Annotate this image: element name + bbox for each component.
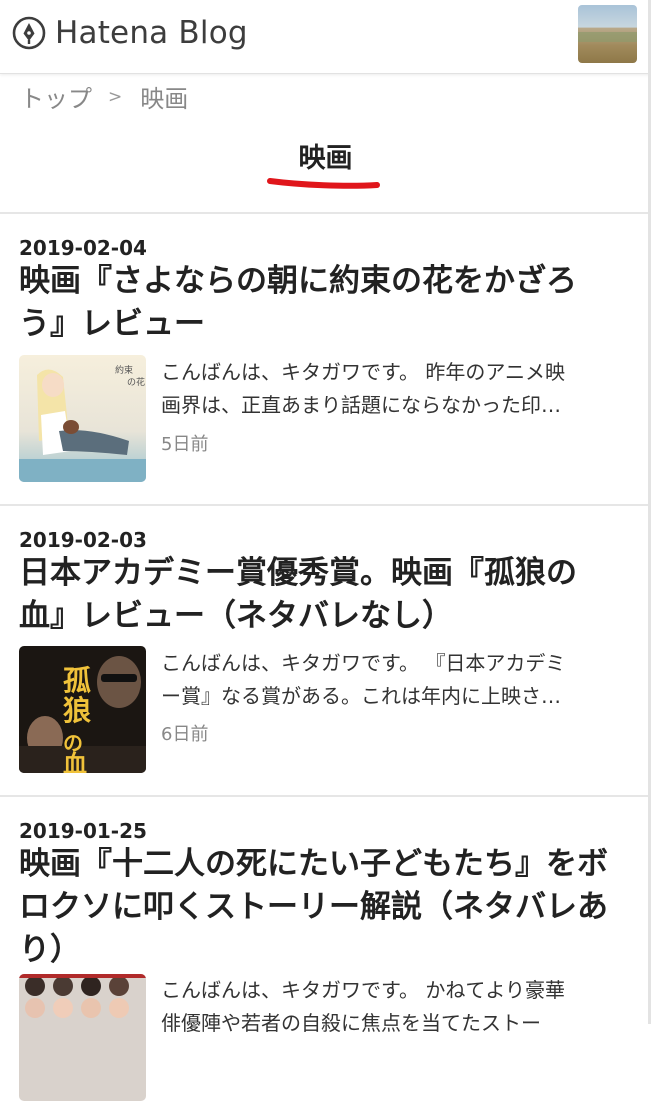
anime-poster-image: 約束 の花 <box>19 355 146 482</box>
svg-text:約束: 約束 <box>115 364 133 376</box>
svg-text:孤: 孤 <box>63 664 91 697</box>
site-logo[interactable]: Hatena Blog <box>12 14 248 52</box>
red-marker-underline <box>267 178 380 189</box>
entry-date: 2019-02-04 <box>19 236 147 260</box>
entry-card: 2019-02-03 日本アカデミー賞優秀賞。映画『孤狼の 血』レビュー（ネタバ… <box>0 506 648 796</box>
breadcrumb-home-link[interactable]: トップ <box>20 79 92 114</box>
entry-title-line: 映画『さよならの朝に約束の花をかざろ <box>19 263 577 299</box>
user-avatar[interactable] <box>578 5 637 63</box>
category-title: 映画 <box>298 143 353 174</box>
svg-text:狼: 狼 <box>63 694 91 727</box>
film-poster-image: 孤 狼 の 血 <box>19 646 146 773</box>
entry-summary-line: こんばんは、キタガワです。 かねてより豪華 <box>161 978 565 1002</box>
entry-thumbnail[interactable]: 孤 狼 の 血 <box>19 646 146 773</box>
entry-summary-line: 画界は、正直あまり話題にならなかった印… <box>161 393 561 417</box>
entry-summary: こんばんは、キタガワです。 かねてより豪華 俳優陣や若者の自殺に焦点を当てたスト… <box>161 974 634 1040</box>
entry-thumbnail[interactable] <box>19 974 146 1101</box>
entry-title-line: 日本アカデミー賞優秀賞。映画『孤狼の <box>19 555 577 591</box>
entry-thumbnail[interactable]: 約束 の花 <box>19 355 146 482</box>
breadcrumb-separator: > <box>108 86 123 107</box>
entry-title-line: 血』レビュー（ネタバレなし） <box>19 598 453 634</box>
entry-summary-line: ー賞』なる賞がある。これは年内に上映さ… <box>161 684 561 708</box>
entry-title-link[interactable]: 日本アカデミー賞優秀賞。映画『孤狼の 血』レビュー（ネタバレなし） <box>19 552 631 638</box>
svg-text:の花: の花 <box>127 376 145 388</box>
entry-card: 2019-01-25 映画『十二人の死にたい子どもたち』をボ ロクソに叩くストー… <box>0 797 648 1101</box>
breadcrumb-current: 映画 <box>140 85 189 113</box>
site-header: Hatena Blog <box>0 0 651 74</box>
svg-text:血: 血 <box>63 749 87 773</box>
entry-time-ago: 6日前 <box>161 724 209 745</box>
entry-date: 2019-01-25 <box>19 819 147 843</box>
entry-title-link[interactable]: 映画『さよならの朝に約束の花をかざろ う』レビュー <box>19 260 631 346</box>
entry-date: 2019-02-03 <box>19 528 147 552</box>
entry-time-ago: 5日前 <box>161 434 209 455</box>
entry-title-line: ロクソに叩くストーリー解説（ネタバレあ <box>19 889 608 925</box>
entry-summary: こんばんは、キタガワです。 昨年のアニメ映 画界は、正直あまり話題にならなかった… <box>161 356 634 422</box>
entry-title-line: う』レビュー <box>19 306 205 342</box>
entry-summary-line: こんばんは、キタガワです。 『日本アカデミ <box>161 651 566 675</box>
logo-text: Hatena Blog <box>55 15 248 51</box>
entry-summary: こんばんは、キタガワです。 『日本アカデミ ー賞』なる賞がある。これは年内に上映… <box>161 647 634 713</box>
cast-poster-image <box>19 974 146 1101</box>
entry-title-line: り） <box>19 932 81 968</box>
breadcrumb: トップ > 映画 <box>20 79 188 114</box>
entry-card: 2019-02-04 映画『さよならの朝に約束の花をかざろ う』レビュー 約束 … <box>0 214 648 504</box>
entry-title-link[interactable]: 映画『十二人の死にたい子どもたち』をボ ロクソに叩くストーリー解説（ネタバレあ … <box>19 843 631 972</box>
pen-nib-icon <box>12 16 46 50</box>
entry-title-line: 映画『十二人の死にたい子どもたち』をボ <box>19 846 608 882</box>
entry-summary-line: こんばんは、キタガワです。 昨年のアニメ映 <box>161 360 565 384</box>
